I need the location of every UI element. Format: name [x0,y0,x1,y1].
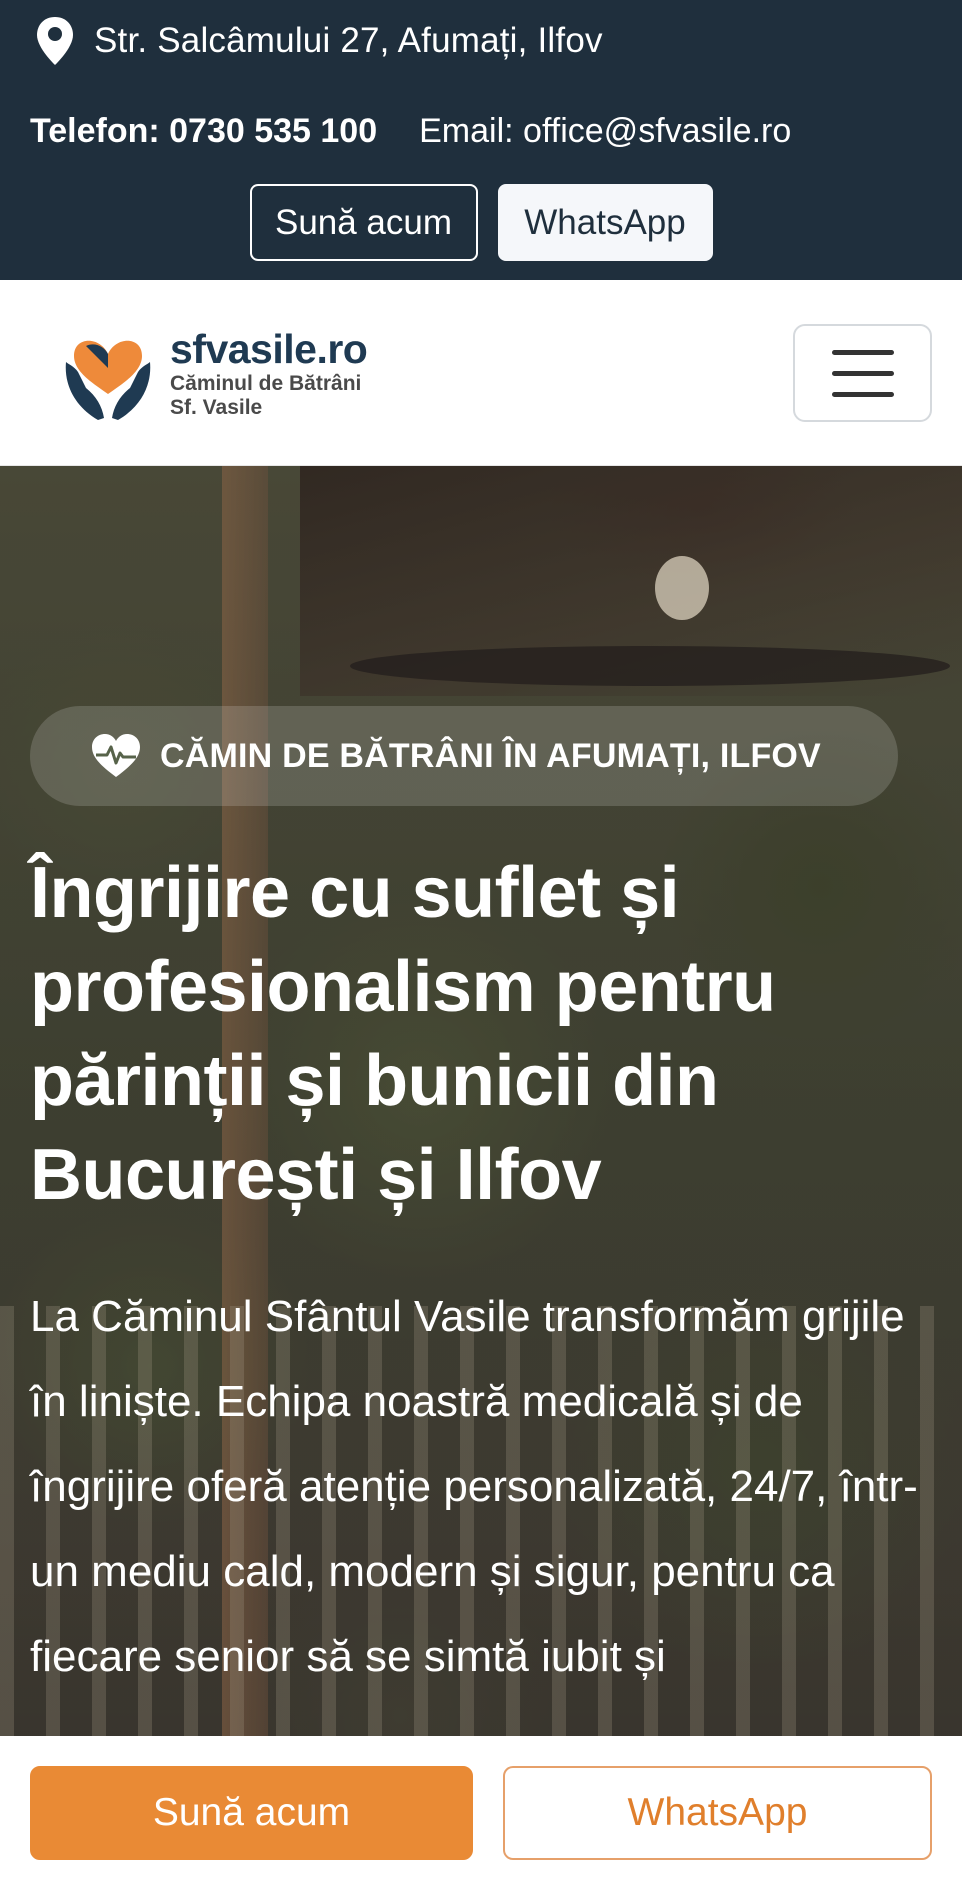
email-link[interactable]: Email: office@sfvasile.ro [419,112,791,151]
hero-title: Îngrijire cu suflet și profesionalism pe… [30,853,776,1215]
site-header: sfvasile.ro Căminul de Bătrâni Sf. Vasil… [0,280,962,466]
hamburger-menu-icon-bar [831,370,894,376]
sticky-bottom-bar: Sună acum WhatsApp [0,1736,962,1890]
hamburger-menu-button[interactable] [793,324,932,422]
site-logo[interactable]: sfvasile.ro Căminul de Bătrâni Sf. Vasil… [60,322,368,424]
bottom-call-now-button[interactable]: Sună acum [30,1766,473,1860]
hero-background-lamp [655,556,709,620]
hamburger-menu-icon [831,349,894,355]
logo-tagline-1: Căminul de Bătrâni [170,372,362,395]
hands-heart-logo-icon [65,340,151,420]
location-pin-icon [30,14,80,68]
heart-pulse-icon [92,734,140,777]
address-text: Str. Salcâmului 27, Afumați, Ilfov [94,21,603,60]
hero-section: CĂMIN DE BĂTRÂNI ÎN AFUMAȚI, ILFOV Îngri… [0,466,962,1890]
address-row: Str. Salcâmului 27, Afumați, Ilfov [30,14,603,68]
hero-background-lamp-shade [350,646,950,686]
phone-link[interactable]: Telefon: 0730 535 100 [30,112,377,151]
call-now-button[interactable]: Sună acum [249,184,478,261]
hero-badge: CĂMIN DE BĂTRÂNI ÎN AFUMAȚI, ILFOV [30,706,898,806]
hero-description: La Căminul Sfântul Vasile transformăm gr… [30,1292,918,1681]
logo-tagline-2: Sf. Vasile [170,396,263,419]
bottom-whatsapp-button[interactable]: WhatsApp [503,1766,932,1860]
hamburger-menu-icon-bar [831,391,894,397]
contact-row: Telefon: 0730 535 100 Email: office@sfva… [30,112,791,151]
logo-name: sfvasile.ro [170,326,368,372]
top-action-buttons: Sună acum WhatsApp [0,184,962,261]
whatsapp-button[interactable]: WhatsApp [497,184,713,261]
top-contact-bar: Str. Salcâmului 27, Afumați, Ilfov Telef… [0,0,962,280]
logo-texts: sfvasile.ro Căminul de Bătrâni Sf. Vasil… [170,326,368,420]
hero-badge-text: CĂMIN DE BĂTRÂNI ÎN AFUMAȚI, ILFOV [160,736,821,775]
